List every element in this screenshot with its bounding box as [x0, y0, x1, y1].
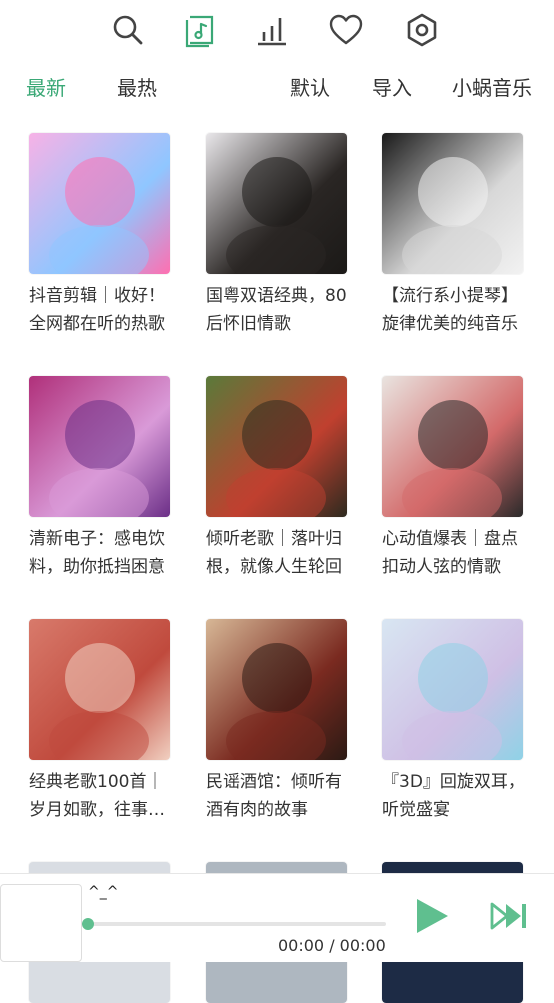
cover-art-shape: [226, 711, 326, 760]
cover-art-shape: [402, 225, 502, 274]
playlist-title: 民谣酒馆：倾听有酒有肉的故事: [206, 772, 342, 820]
cover-art-shape: [242, 643, 312, 713]
cover-art-shape: [65, 157, 135, 227]
time-readout: 00:00 / 00:00: [278, 936, 386, 955]
playlist-title: 倾听老歌｜落叶归根，就像人生轮回: [206, 529, 342, 577]
playlist-card[interactable]: 清新电子：感电饮料，助你抵挡困意: [29, 376, 172, 581]
playlist-cover: [29, 376, 170, 517]
mini-player: ^_^ 00:00 / 00:00: [0, 873, 554, 962]
playlist-cover: [382, 133, 523, 274]
playlist-card[interactable]: 『3D』回旋双耳，听觉盛宴: [382, 619, 525, 824]
playlist-grid: 抖音剪辑｜收好！全网都在听的热歌 国粤双语经典，80后怀旧情歌 【流行系小提琴】…: [0, 133, 554, 1003]
progress-bar[interactable]: [88, 922, 386, 926]
cover-art-shape: [242, 400, 312, 470]
playlist-card[interactable]: 心动值爆表｜盘点扣动人弦的情歌: [382, 376, 525, 581]
playlist-cover: [29, 133, 170, 274]
playlist-title: 『3D』回旋双耳，听觉盛宴: [382, 772, 525, 820]
cover-art-shape: [226, 225, 326, 274]
playlist-card[interactable]: 倾听老歌｜落叶归根，就像人生轮回: [206, 376, 349, 581]
playlist-card[interactable]: 民谣酒馆：倾听有酒有肉的故事: [206, 619, 349, 824]
cover-art-shape: [65, 400, 135, 470]
tab-source[interactable]: 小蜗音乐: [452, 70, 532, 106]
playlist-card[interactable]: 【流行系小提琴】旋律优美的纯音乐: [382, 133, 525, 338]
cover-art-shape: [65, 643, 135, 713]
tab-default[interactable]: 默认: [290, 70, 330, 106]
playlist-title: 经典老歌100首｜岁月如歌，往事如烟: [29, 772, 165, 820]
top-nav: [0, 8, 554, 52]
playlist-card[interactable]: 国粤双语经典，80后怀旧情歌: [206, 133, 349, 338]
album-art[interactable]: [0, 884, 82, 962]
progress-knob[interactable]: [82, 918, 94, 930]
playlist-title: 心动值爆表｜盘点扣动人弦的情歌: [382, 529, 518, 577]
filter-tabs: 最新 最热 默认 导入 小蜗音乐: [0, 70, 554, 106]
cover-art-shape: [402, 711, 502, 760]
heart-icon[interactable]: [324, 8, 368, 52]
cover-art-shape: [49, 711, 149, 760]
playlist-title: 抖音剪辑｜收好！全网都在听的热歌: [29, 286, 165, 334]
chart-icon[interactable]: [250, 8, 294, 52]
tab-import[interactable]: 导入: [372, 70, 412, 106]
tab-newest[interactable]: 最新: [26, 70, 66, 106]
playlist-cover: [382, 619, 523, 760]
song-title: ^_^: [88, 884, 119, 900]
playlist-card[interactable]: 经典老歌100首｜岁月如歌，往事如烟: [29, 619, 172, 824]
playlist-title: 清新电子：感电饮料，助你抵挡困意: [29, 529, 165, 577]
cover-art-shape: [402, 468, 502, 517]
next-track-icon[interactable]: [490, 896, 530, 936]
cover-art-shape: [242, 157, 312, 227]
cover-art-shape: [418, 400, 488, 470]
playlist-title: 【流行系小提琴】旋律优美的纯音乐: [382, 286, 518, 334]
cover-art-shape: [226, 468, 326, 517]
playlist-card[interactable]: 抖音剪辑｜收好！全网都在听的热歌: [29, 133, 172, 338]
play-icon[interactable]: [412, 896, 452, 936]
playlist-title: 国粤双语经典，80后怀旧情歌: [206, 286, 347, 334]
playlist-cover: [29, 619, 170, 760]
playlist-cover: [382, 376, 523, 517]
settings-icon[interactable]: [400, 8, 444, 52]
cover-art-shape: [418, 157, 488, 227]
cover-art-shape: [49, 225, 149, 274]
playlist-cover: [206, 376, 347, 517]
playlist-cover: [206, 133, 347, 274]
music-library-icon[interactable]: [178, 8, 222, 52]
cover-art-shape: [49, 468, 149, 517]
tab-hottest[interactable]: 最热: [117, 70, 157, 106]
cover-art-shape: [418, 643, 488, 713]
search-icon[interactable]: [106, 8, 150, 52]
playlist-cover: [206, 619, 347, 760]
